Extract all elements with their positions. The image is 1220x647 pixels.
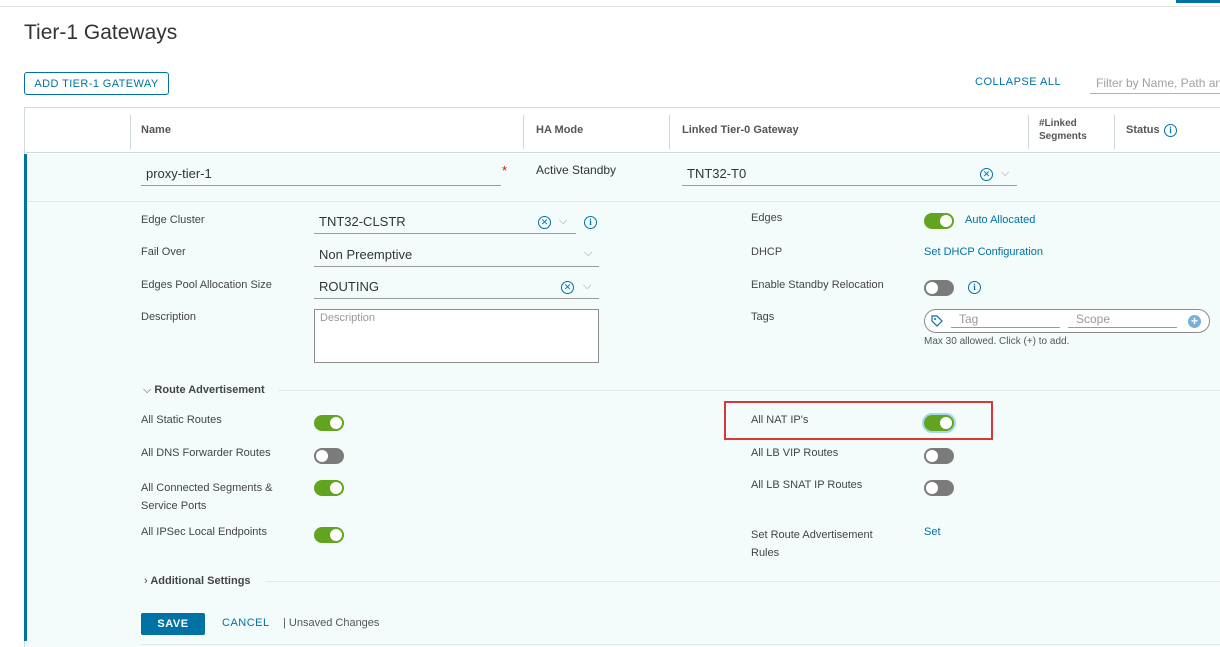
route-advertisement-header[interactable]: ⌵ Route Advertisement	[143, 384, 265, 397]
description-placeholder: Description	[320, 312, 376, 324]
page-title: Tier-1 Gateways	[24, 21, 178, 44]
linked-t0-select[interactable]: TNT32-T0	[682, 162, 1017, 186]
top-divider	[0, 6, 1220, 7]
all-connected-segments-toggle[interactable]	[314, 480, 344, 496]
column-separator	[130, 115, 131, 149]
header-linked-segments-line2: Segments	[1039, 131, 1087, 142]
route-adv-rules-label: Set Route Advertisement Rules	[751, 526, 873, 562]
required-marker: *	[502, 163, 508, 178]
unsaved-changes-text: | Unsaved Changes	[283, 617, 380, 629]
all-ipsec-endpoints-toggle[interactable]	[314, 527, 344, 543]
add-tier1-gateway-button[interactable]: ADD TIER-1 GATEWAY	[24, 72, 169, 95]
tag-icon	[931, 315, 943, 327]
all-lb-vip-routes-toggle[interactable]	[924, 448, 954, 464]
footer-divider	[141, 644, 1220, 645]
gateway-name-value: proxy-tier-1	[146, 166, 212, 181]
header-status[interactable]: Status	[1126, 124, 1160, 136]
scope-placeholder: Scope	[1076, 312, 1111, 326]
cancel-button[interactable]: CANCEL	[222, 617, 270, 629]
clear-icon[interactable]: ✕	[538, 216, 551, 229]
tags-label: Tags	[751, 311, 775, 323]
header-linked-t0[interactable]: Linked Tier-0 Gateway	[682, 124, 799, 136]
pool-size-select[interactable]: ROUTING	[314, 275, 599, 299]
header-linked-segments-line1: #Linked	[1039, 118, 1077, 129]
route-adv-rules-line1: Set Route Advertisement	[751, 529, 873, 541]
top-accent-bar	[1176, 0, 1220, 3]
collapse-all-button[interactable]: COLLAPSE ALL	[975, 76, 1061, 88]
add-circle-icon[interactable]: +	[1188, 315, 1201, 328]
clear-icon[interactable]: ✕	[561, 281, 574, 294]
tag-input[interactable]: Tag	[951, 312, 1060, 328]
standby-relocation-label: Enable Standby Relocation	[751, 279, 884, 291]
chevron-right-icon: ›	[144, 575, 148, 587]
gateway-name-input[interactable]: proxy-tier-1	[141, 162, 501, 186]
dhcp-label: DHCP	[751, 246, 783, 258]
section-divider	[266, 581, 1220, 582]
standby-info-icon[interactable]: i	[968, 281, 981, 294]
set-route-adv-rules-link[interactable]: Set	[924, 526, 941, 538]
column-separator	[1114, 115, 1115, 149]
row-accent	[24, 154, 27, 641]
chevron-down-icon[interactable]: ⌵	[559, 215, 567, 228]
all-ipsec-endpoints-label: All IPSec Local Endpoints	[141, 526, 267, 538]
all-dns-forwarder-routes-toggle[interactable]	[314, 448, 344, 464]
header-linked-segments[interactable]: #Linked Segments	[1039, 117, 1087, 143]
description-label: Description	[141, 311, 197, 323]
filter-input[interactable]	[1090, 72, 1220, 94]
clear-icon[interactable]: ✕	[980, 168, 993, 181]
header-name[interactable]: Name	[141, 124, 171, 136]
route-advertisement-title: Route Advertisement	[154, 384, 265, 396]
set-dhcp-link[interactable]: Set DHCP Configuration	[924, 246, 1043, 258]
edge-cluster-label: Edge Cluster	[141, 214, 205, 226]
all-static-routes-toggle[interactable]	[314, 415, 344, 431]
additional-settings-title: Additional Settings	[150, 575, 251, 587]
route-adv-rules-line2: Rules	[751, 547, 780, 559]
all-dns-forwarder-routes-label: All DNS Forwarder Routes	[141, 447, 271, 459]
chevron-down-icon[interactable]: ⌵	[583, 280, 591, 293]
pool-size-label: Edges Pool Allocation Size	[141, 279, 272, 291]
chevron-down-icon[interactable]: ⌵	[584, 247, 592, 260]
edge-cluster-value: TNT32-CLSTR	[319, 214, 406, 229]
column-separator	[1028, 115, 1029, 149]
section-divider	[278, 390, 1220, 391]
edges-label: Edges	[751, 212, 783, 224]
status-info-icon[interactable]: i	[1164, 124, 1177, 137]
tag-placeholder: Tag	[959, 312, 979, 326]
all-lb-snat-routes-toggle[interactable]	[924, 480, 954, 496]
chevron-down-icon[interactable]: ⌵	[1001, 167, 1009, 180]
fail-over-select[interactable]: Non Preemptive	[314, 243, 599, 267]
all-nat-ips-label: All NAT IP's	[751, 414, 809, 426]
tags-hint: Max 30 allowed. Click (+) to add.	[924, 336, 1070, 347]
fail-over-label: Fail Over	[141, 246, 186, 258]
all-connected-segments-line2: Service Ports	[141, 500, 207, 512]
description-textarea[interactable]: Description	[314, 309, 599, 363]
chevron-down-icon: ⌵	[143, 384, 152, 396]
additional-settings-header[interactable]: › Additional Settings	[144, 575, 251, 587]
column-separator	[523, 115, 524, 149]
standby-relocation-toggle[interactable]	[924, 280, 954, 296]
linked-t0-value: TNT32-T0	[687, 166, 747, 181]
edge-cluster-select[interactable]: TNT32-CLSTR	[314, 210, 576, 234]
all-nat-ips-toggle[interactable]	[924, 415, 954, 431]
all-lb-snat-routes-label: All LB SNAT IP Routes	[751, 479, 863, 491]
expanded-row	[25, 154, 1220, 647]
ha-mode-value: Active Standby	[536, 163, 617, 177]
scope-input[interactable]: Scope	[1068, 312, 1177, 328]
header-ha-mode[interactable]: HA Mode	[536, 124, 583, 136]
save-button[interactable]: SAVE	[141, 613, 205, 635]
all-connected-segments-line1: All Connected Segments &	[141, 482, 273, 494]
fail-over-value: Non Preemptive	[319, 247, 413, 262]
pool-size-value: ROUTING	[319, 279, 379, 294]
edge-cluster-info-icon[interactable]: i	[584, 216, 597, 229]
all-static-routes-label: All Static Routes	[141, 414, 222, 426]
column-separator	[669, 115, 670, 149]
all-lb-vip-routes-label: All LB VIP Routes	[751, 447, 839, 459]
row-divider	[27, 201, 1220, 202]
edges-toggle[interactable]	[924, 213, 954, 229]
all-connected-segments-label: All Connected Segments & Service Ports	[141, 479, 272, 515]
edges-value: Auto Allocated	[965, 214, 1036, 226]
